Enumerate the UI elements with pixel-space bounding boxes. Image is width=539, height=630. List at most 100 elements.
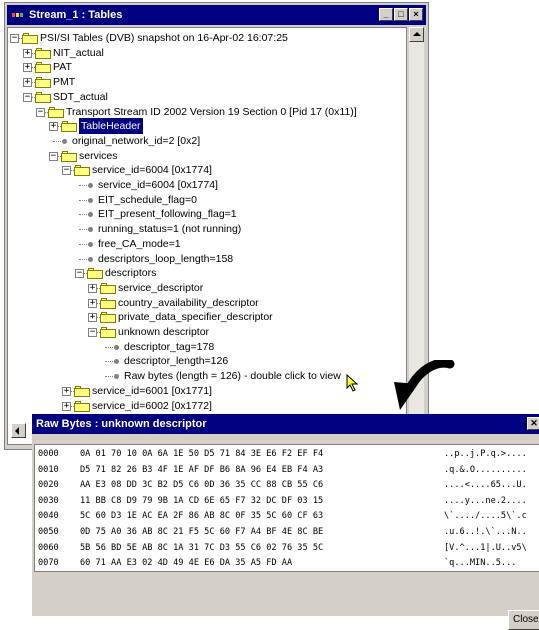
expand-icon[interactable]: +: [88, 313, 97, 323]
collapse-icon[interactable]: −: [75, 269, 84, 279]
raw-bytes-close-icon[interactable]: ✕: [527, 417, 539, 430]
tree-row[interactable]: − unknown descriptor: [8, 324, 406, 340]
tree-row[interactable]: + PAT: [8, 59, 406, 75]
raw-bytes-titlebar[interactable]: Raw Bytes : unknown descriptor ✕: [32, 414, 539, 434]
curved-arrow-icon: [394, 360, 455, 410]
tree-row[interactable]: + service_id=6002 [0x1772]: [8, 398, 406, 414]
bullet-icon: [88, 183, 93, 188]
tree-row-label: unknown descriptor: [118, 326, 210, 338]
tree-row[interactable]: descriptors_loop_length=158: [8, 251, 406, 267]
tree-row-label: descriptor_length=126: [124, 355, 229, 368]
close-window-button[interactable]: ×: [409, 8, 423, 21]
collapse-icon[interactable]: −: [62, 166, 71, 176]
open-folder-icon: [61, 150, 77, 162]
expand-icon[interactable]: +: [62, 401, 71, 411]
hex-ascii: [V.^...1|.U..v5\: [444, 542, 527, 553]
hex-bytes: 0A 01 70 10 0A 6A 1E 50 D5 71 84 3E E6 F…: [80, 449, 324, 459]
tree-row[interactable]: − descriptors: [8, 265, 406, 281]
tree-row-label: free_CA_mode=1: [98, 237, 181, 250]
hex-offset: 0010: [38, 464, 59, 475]
tree-row[interactable]: descriptor_length=126: [8, 353, 406, 369]
tables-window-titlebar[interactable]: Stream_1 : Tables _ □ ×: [7, 5, 426, 25]
tables-window: Stream_1 : Tables _ □ × − PSI/SI Tables (DV…: [4, 2, 429, 450]
folder-icon: [74, 385, 90, 397]
tree-row-label: TableHeader: [79, 118, 143, 135]
tree-row[interactable]: + service_descriptor: [8, 280, 406, 296]
tree-row[interactable]: service_id=6004 [0x1774]: [8, 177, 406, 193]
scroll-up-button[interactable]: [409, 27, 424, 42]
scroll-up-arrow-icon: [413, 32, 421, 36]
tree-row[interactable]: − Transport Stream ID 2002 Version 19 Sec…: [8, 104, 406, 120]
hex-ascii: ....<....65...U.: [444, 480, 527, 491]
hex-offset: 0030: [38, 495, 59, 506]
scroll-left-arrow-icon: [15, 427, 19, 435]
expand-icon[interactable]: +: [88, 283, 97, 293]
tree-row-label: running_status=1 (not running): [98, 223, 242, 236]
bullet-icon: [88, 212, 93, 218]
collapse-icon[interactable]: −: [88, 328, 97, 337]
tree-row[interactable]: descriptor_tag=178: [8, 339, 406, 355]
tree-row[interactable]: + PMT: [8, 74, 406, 90]
collapse-icon[interactable]: −: [10, 34, 19, 43]
tree-row[interactable]: + TableHeader: [8, 118, 406, 135]
bullet-icon: [88, 241, 93, 247]
tree-row[interactable]: − service_id=6004 [0x1774]: [8, 162, 406, 178]
minimize-button[interactable]: _: [379, 8, 393, 21]
open-folder-icon: [22, 33, 38, 44]
folder-icon: [35, 47, 51, 59]
bullet-icon: [62, 138, 67, 144]
collapse-icon[interactable]: −: [36, 107, 45, 117]
maximize-button[interactable]: □: [394, 8, 408, 21]
expand-icon[interactable]: +: [23, 63, 32, 73]
tree-row[interactable]: original_network_id=2 [0x2]: [8, 133, 406, 149]
expand-icon[interactable]: +: [23, 78, 32, 88]
hex-dump[interactable]: 0000 0A 01 70 10 0A 6A 1E 50 D5 71 84 3E …: [34, 444, 539, 572]
scroll-left-button[interactable]: [11, 423, 26, 438]
folder-icon: [61, 121, 77, 133]
tree-row-label: EIT_schedule_flag=0: [98, 193, 197, 206]
expand-icon[interactable]: +: [88, 298, 97, 308]
hex-ascii: .q.&.O..........: [444, 464, 527, 475]
collapse-icon[interactable]: −: [23, 92, 32, 102]
tree-row-label: PAT: [53, 61, 72, 74]
hex-bytes: 5B 56 BD 5E AB 8C 1A 31 7C D3 55 C6 02 7…: [80, 542, 324, 553]
hex-bytes: 60 71 AA E3 02 4D 49 4E E6 DA 35 A5 FD A…: [80, 558, 293, 569]
expand-icon[interactable]: +: [49, 122, 58, 132]
tree-row[interactable]: EIT_present_following_flag=1: [8, 206, 406, 222]
folder-icon: [74, 400, 90, 412]
tree-row[interactable]: + NIT_actual: [8, 45, 406, 61]
bullet-icon: [88, 197, 93, 203]
hex-offset: 0000: [38, 449, 59, 459]
hex-offset: 0040: [38, 511, 59, 522]
raw-bytes-title: Raw Bytes : unknown descriptor: [36, 418, 207, 430]
close-button[interactable]: Close: [508, 610, 539, 630]
tree-row-label: PSI/SI Tables (DVB) snapshot on 16-Apr-0…: [40, 32, 288, 44]
hex-ascii: ..p..j.P.q.>....: [444, 449, 527, 459]
folder-icon: [35, 77, 51, 89]
tree-row-label: SDT_actual: [53, 90, 108, 103]
folder-icon: [100, 297, 116, 309]
tree-row[interactable]: free_CA_mode=1: [8, 236, 406, 252]
expand-icon[interactable]: +: [62, 386, 71, 396]
tree-row[interactable]: EIT_schedule_flag=0: [8, 192, 406, 208]
tree-row[interactable]: − services: [8, 148, 406, 164]
tree-row[interactable]: + country_availability_descriptor: [8, 295, 406, 311]
collapse-icon[interactable]: −: [49, 151, 58, 161]
raw-bytes-window: Raw Bytes : unknown descriptor ✕ 0000 0A …: [32, 414, 539, 630]
expand-icon[interactable]: +: [23, 48, 32, 58]
tables-window-title: Stream_1 : Tables: [29, 9, 123, 21]
tree-row-label: descriptors_loop_length=158: [98, 252, 234, 265]
tree-row[interactable]: running_status=1 (not running): [8, 221, 406, 237]
open-folder-icon: [100, 327, 116, 338]
tree-row[interactable]: + private_data_specifier_descriptor: [8, 309, 406, 325]
hex-bytes: D5 71 82 26 B3 4F 1E AF DF B6 8A 96 E4 E…: [80, 464, 324, 475]
folder-icon: [100, 282, 116, 294]
open-folder-icon: [74, 165, 90, 177]
bullet-icon: [114, 359, 119, 365]
tree-row[interactable]: − SDT_actual: [8, 89, 406, 105]
folder-icon: [100, 312, 116, 324]
tree-row[interactable]: − PSI/SI Tables (DVB) snapshot on 16-Apr-…: [8, 30, 406, 46]
tree-row-label: descriptors: [105, 267, 157, 280]
tree-row-label: Raw bytes (length = 126) - double click …: [124, 370, 341, 383]
tree-row-label: Transport Stream ID 2002 Version 19 Sect…: [66, 105, 357, 118]
